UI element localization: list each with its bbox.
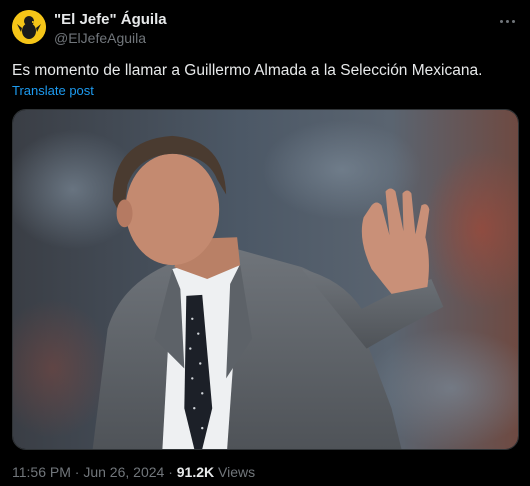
user-handle[interactable]: @ElJefeAguila xyxy=(54,30,146,46)
translate-post-link[interactable]: Translate post xyxy=(12,83,94,98)
tweet-date[interactable]: Jun 26, 2024 xyxy=(83,464,164,480)
display-name[interactable]: "El Jefe" Águila xyxy=(54,11,167,28)
more-horizontal-icon xyxy=(511,19,515,23)
eagle-mascot-icon xyxy=(12,10,46,44)
views-label: Views xyxy=(218,464,256,480)
photo-man-waving xyxy=(13,110,518,449)
tweet-card: "El Jefe" Águila @ElJefeAguila Es moment… xyxy=(0,0,530,486)
views-count[interactable]: 91.2K xyxy=(177,464,214,480)
avatar[interactable] xyxy=(12,10,46,44)
tweet-text: Es momento de llamar a Guillermo Almada … xyxy=(12,62,483,79)
more-horizontal-icon xyxy=(499,19,503,23)
more-options-button[interactable] xyxy=(496,10,518,32)
tweet-time[interactable]: 11:56 PM xyxy=(12,464,71,480)
tweet-meta: 11:56 PM · Jun 26, 2024 · 91.2K Views xyxy=(12,464,255,480)
meta-separator: · xyxy=(168,464,173,480)
tweet-photo[interactable] xyxy=(12,109,519,450)
more-horizontal-icon xyxy=(505,19,509,23)
meta-separator: · xyxy=(74,464,80,480)
